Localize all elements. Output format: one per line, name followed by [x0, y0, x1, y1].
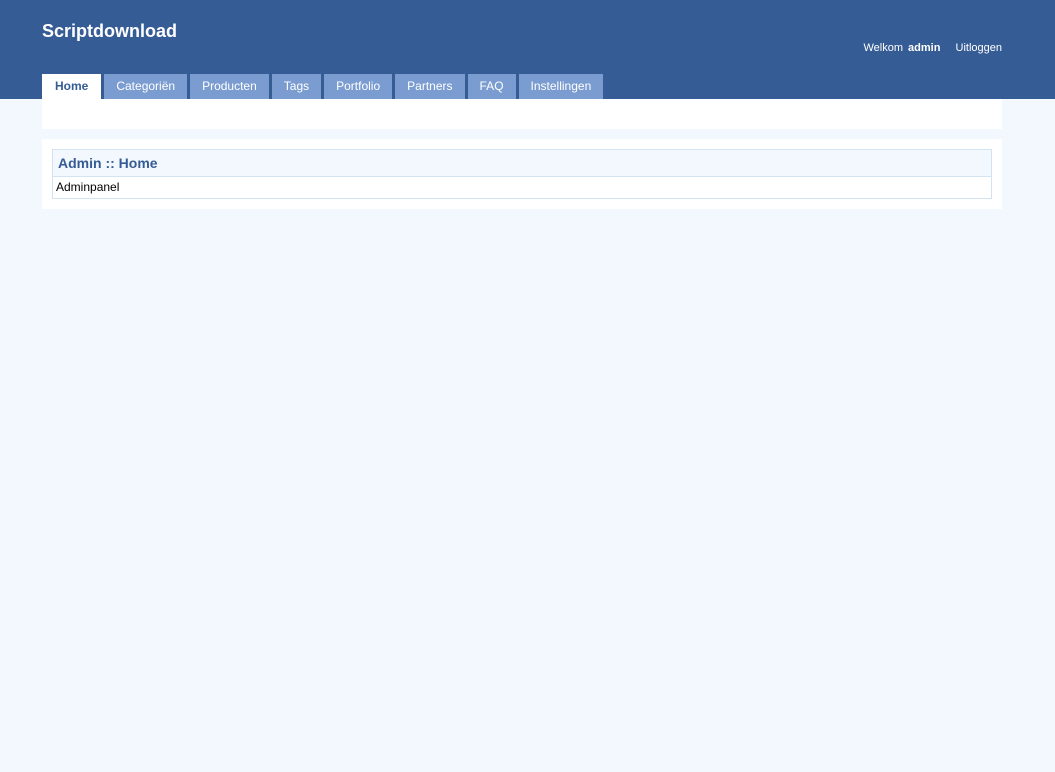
welcome-text: Welkom — [863, 42, 903, 54]
box-title: Admin :: Home — [53, 150, 991, 177]
tab-portfolio[interactable]: Portfolio — [324, 74, 393, 99]
tab-tags[interactable]: Tags — [271, 74, 322, 99]
tab-instellingen[interactable]: Instellingen — [518, 74, 604, 99]
main-nav-tabs: Home Categoriën Producten Tags Portfolio… — [42, 74, 606, 99]
tab-producten[interactable]: Producten — [190, 74, 269, 99]
user-area: Welkom admin Uitloggen — [863, 42, 1002, 55]
tab-home[interactable]: Home — [42, 74, 102, 99]
header-bar: Scriptdownload Welkom admin Uitloggen Ho… — [0, 0, 1055, 99]
admin-box: Admin :: Home Adminpanel — [52, 149, 992, 199]
tab-partners[interactable]: Partners — [395, 74, 465, 99]
username: admin — [908, 42, 941, 54]
tab-faq[interactable]: FAQ — [467, 74, 516, 99]
box-body-text: Adminpanel — [56, 180, 120, 194]
subnav-panel — [42, 99, 1002, 129]
content-panel: Admin :: Home Adminpanel — [42, 139, 1002, 209]
site-title[interactable]: Scriptdownload — [42, 20, 177, 42]
tab-categorien[interactable]: Categoriën — [104, 74, 188, 99]
logout-link[interactable]: Uitloggen — [956, 42, 1002, 54]
